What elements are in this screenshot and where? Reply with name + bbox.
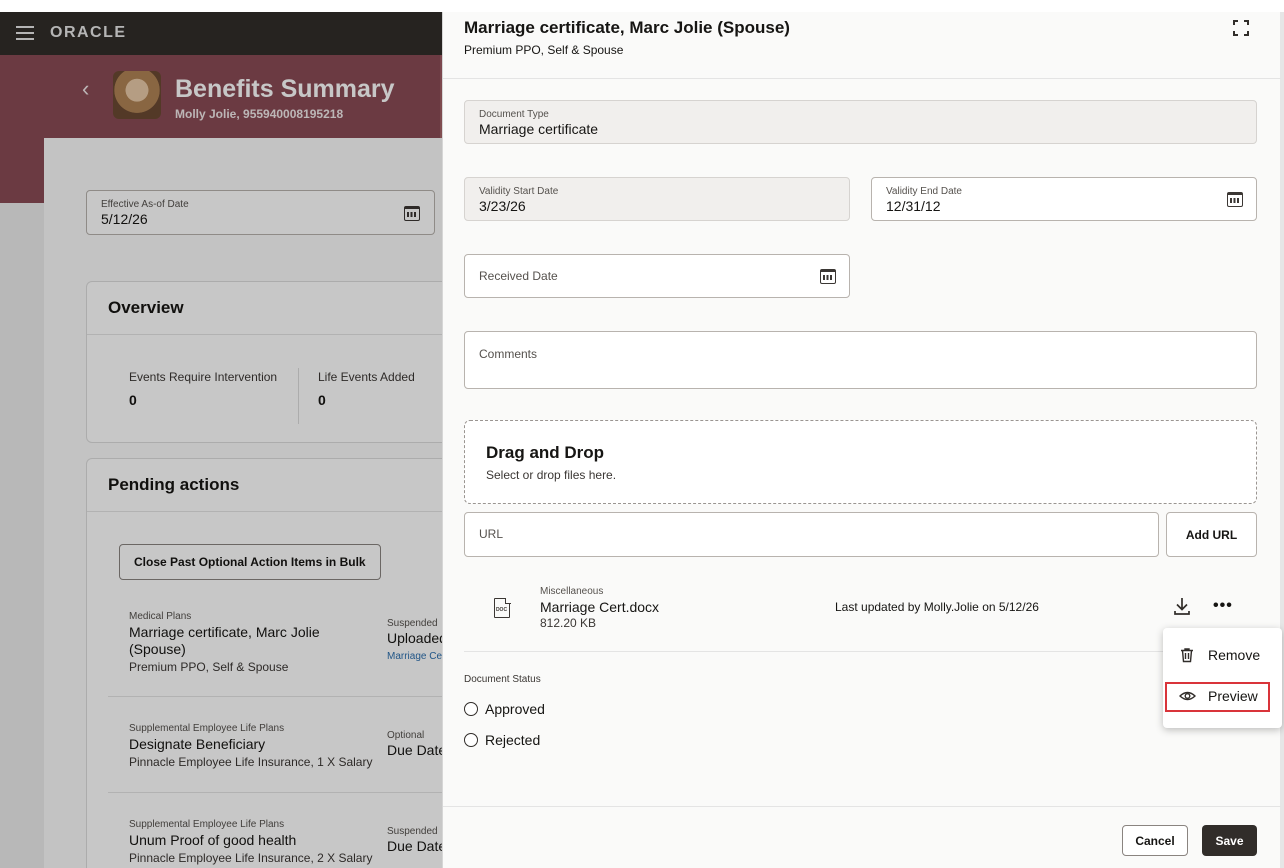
document-status-label: Document Status xyxy=(464,674,541,685)
scrollbar[interactable] xyxy=(1280,12,1284,868)
attachment-category: Miscellaneous xyxy=(540,586,604,597)
save-button[interactable]: Save xyxy=(1202,825,1257,856)
calendar-icon[interactable] xyxy=(820,269,836,284)
document-type-label: Document Type xyxy=(479,109,549,120)
validity-start-field: Validity Start Date 3/23/26 xyxy=(464,177,850,221)
dropzone-title: Drag and Drop xyxy=(486,443,605,462)
url-label: URL xyxy=(479,527,504,541)
received-date-field[interactable]: Received Date xyxy=(464,254,850,298)
divider xyxy=(464,651,1164,652)
document-type-field: Document Type Marriage certificate xyxy=(464,100,1257,144)
attachment-updated: Last updated by Molly.Jolie on 5/12/26 xyxy=(835,600,1039,614)
menu-item-remove[interactable]: Remove xyxy=(1163,639,1282,671)
drag-drop-zone[interactable]: Drag and Drop Select or drop files here. xyxy=(464,420,1257,504)
comments-field[interactable]: Comments xyxy=(464,331,1257,389)
received-date-label: Received Date xyxy=(479,269,558,283)
document-drawer: Marriage certificate, Marc Jolie (Spouse… xyxy=(442,12,1284,868)
radio-button[interactable] xyxy=(464,702,478,716)
drawer-subtitle: Premium PPO, Self & Spouse xyxy=(464,43,624,57)
radio-label: Approved xyxy=(485,701,545,717)
status-option-rejected[interactable]: Rejected xyxy=(464,732,540,748)
attachment-name[interactable]: Marriage Cert.docx xyxy=(540,599,659,615)
radio-button[interactable] xyxy=(464,733,478,747)
comments-label: Comments xyxy=(479,347,538,361)
document-file-icon-text: DOC xyxy=(495,607,508,613)
divider xyxy=(443,78,1281,79)
calendar-icon[interactable] xyxy=(1227,192,1243,207)
trash-icon xyxy=(1181,648,1193,663)
divider xyxy=(443,806,1281,807)
menu-item-label: Remove xyxy=(1208,647,1261,663)
attachment-size: 812.20 KB xyxy=(540,616,597,630)
validity-end-field[interactable]: Validity End Date 12/31/12 xyxy=(871,177,1257,221)
validity-end-value: 12/31/12 xyxy=(886,198,941,214)
validity-end-label: Validity End Date xyxy=(886,186,962,197)
drawer-title: Marriage certificate, Marc Jolie (Spouse… xyxy=(464,18,790,37)
add-url-button[interactable]: Add URL xyxy=(1166,512,1257,557)
download-icon[interactable] xyxy=(1172,596,1192,616)
url-input[interactable]: URL xyxy=(464,512,1159,557)
more-actions-icon[interactable]: ••• xyxy=(1213,597,1233,615)
document-type-value: Marriage certificate xyxy=(479,121,599,137)
validity-start-label: Validity Start Date xyxy=(479,186,559,197)
dropzone-subtitle: Select or drop files here. xyxy=(486,468,617,482)
validity-start-value: 3/23/26 xyxy=(479,198,526,214)
status-option-approved[interactable]: Approved xyxy=(464,701,545,717)
preview-highlight-box xyxy=(1165,682,1270,712)
attachment-actions-menu: Remove Preview xyxy=(1163,628,1282,728)
cancel-button[interactable]: Cancel xyxy=(1122,825,1188,856)
document-file-icon: DOC xyxy=(494,597,511,618)
radio-label: Rejected xyxy=(485,732,541,748)
expand-icon[interactable] xyxy=(1233,20,1249,36)
